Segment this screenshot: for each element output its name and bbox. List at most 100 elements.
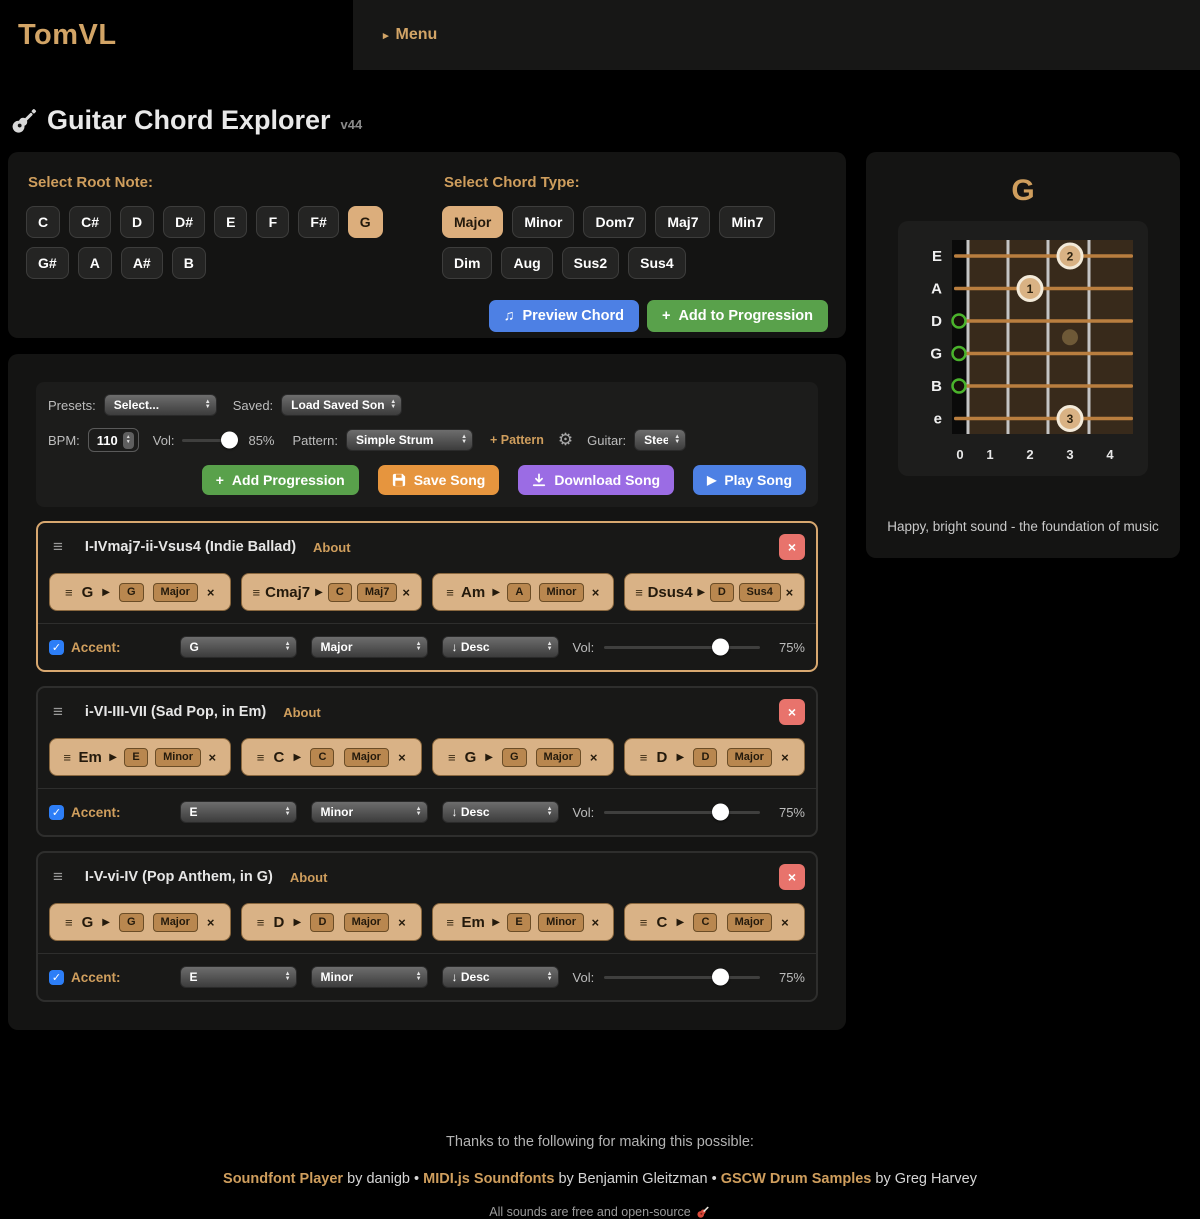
- about-link[interactable]: About: [283, 705, 321, 720]
- accent-root-select[interactable]: G: [180, 636, 297, 658]
- chord-type-button-aug[interactable]: Aug: [501, 247, 552, 279]
- accent-type-select[interactable]: Minor: [311, 801, 428, 823]
- bpm-stepper-icon[interactable]: [123, 432, 134, 449]
- drag-handle-icon[interactable]: ≡: [65, 915, 73, 930]
- root-note-button-as[interactable]: A#: [121, 247, 163, 279]
- chord-type-button-sus4[interactable]: Sus4: [628, 247, 685, 279]
- chord-chip[interactable]: ≡ G ▶ G Major ×: [49, 573, 231, 611]
- slider-thumb[interactable]: [221, 432, 238, 449]
- play-chord-icon[interactable]: ▶: [315, 587, 323, 598]
- progression-volume-slider[interactable]: [604, 811, 760, 814]
- accent-checkbox[interactable]: ✓: [49, 640, 64, 655]
- play-chord-icon[interactable]: ▶: [109, 752, 117, 763]
- master-volume-slider[interactable]: [182, 439, 238, 442]
- preview-chord-button[interactable]: ♫ Preview Chord: [489, 300, 639, 332]
- remove-chord-button[interactable]: ×: [592, 585, 600, 600]
- chord-chip[interactable]: ≡ G ▶ G Major ×: [432, 738, 614, 776]
- remove-chord-button[interactable]: ×: [207, 915, 215, 930]
- remove-chord-button[interactable]: ×: [207, 585, 215, 600]
- about-link[interactable]: About: [313, 540, 351, 555]
- remove-chord-button[interactable]: ×: [590, 750, 598, 765]
- remove-chord-button[interactable]: ×: [781, 750, 789, 765]
- chord-type-button-sus2[interactable]: Sus2: [562, 247, 619, 279]
- accent-checkbox[interactable]: ✓: [49, 805, 64, 820]
- chord-chip[interactable]: ≡ D ▶ D Major ×: [241, 903, 423, 941]
- download-song-button[interactable]: Download Song: [518, 465, 674, 495]
- accent-type-select[interactable]: Major: [311, 636, 428, 658]
- play-chord-icon[interactable]: ▶: [677, 917, 685, 928]
- credit-link[interactable]: Soundfont Player: [223, 1171, 343, 1187]
- drag-handle-icon[interactable]: ≡: [446, 915, 454, 930]
- remove-chord-button[interactable]: ×: [786, 585, 794, 600]
- bpm-input[interactable]: 110: [88, 428, 139, 452]
- drag-handle-icon[interactable]: ≡: [53, 867, 63, 887]
- root-note-button-gs[interactable]: G#: [26, 247, 69, 279]
- remove-chord-button[interactable]: ×: [398, 750, 406, 765]
- drag-handle-icon[interactable]: ≡: [53, 537, 63, 557]
- gear-icon[interactable]: ⚙: [558, 430, 573, 450]
- accent-type-select[interactable]: Minor: [311, 966, 428, 988]
- chord-chip[interactable]: ≡ Am ▶ A Minor ×: [432, 573, 614, 611]
- root-note-button-e[interactable]: E: [214, 206, 247, 238]
- drag-handle-icon[interactable]: ≡: [257, 915, 265, 930]
- credit-link[interactable]: GSCW Drum Samples: [721, 1171, 872, 1187]
- root-note-button-cs[interactable]: C#: [69, 206, 111, 238]
- drag-handle-icon[interactable]: ≡: [253, 585, 261, 600]
- remove-chord-button[interactable]: ×: [208, 750, 216, 765]
- chord-chip[interactable]: ≡ Dsus4 ▶ D Sus4 ×: [624, 573, 806, 611]
- play-chord-icon[interactable]: ▶: [697, 587, 705, 598]
- root-note-button-a[interactable]: A: [78, 247, 112, 279]
- root-note-button-b[interactable]: B: [172, 247, 206, 279]
- play-chord-icon[interactable]: ▶: [102, 587, 110, 598]
- play-chord-icon[interactable]: ▶: [492, 587, 500, 598]
- chord-chip[interactable]: ≡ C ▶ C Major ×: [624, 903, 806, 941]
- root-note-button-ds[interactable]: D#: [163, 206, 205, 238]
- play-chord-icon[interactable]: ▶: [677, 752, 685, 763]
- play-song-button[interactable]: ▶ Play Song: [693, 465, 806, 495]
- root-note-button-d[interactable]: D: [120, 206, 154, 238]
- root-note-button-c[interactable]: C: [26, 206, 60, 238]
- chord-type-button-major[interactable]: Major: [442, 206, 503, 238]
- save-song-button[interactable]: Save Song: [378, 465, 500, 495]
- play-chord-icon[interactable]: ▶: [294, 752, 302, 763]
- chord-type-button-minor[interactable]: Minor: [512, 206, 574, 238]
- accent-direction-select[interactable]: ↓ Desc: [442, 801, 559, 823]
- drag-handle-icon[interactable]: ≡: [640, 750, 648, 765]
- remove-chord-button[interactable]: ×: [402, 585, 410, 600]
- root-note-button-f[interactable]: F: [256, 206, 289, 238]
- add-to-progression-button[interactable]: + Add to Progression: [647, 300, 828, 332]
- accent-root-select[interactable]: E: [180, 801, 297, 823]
- chord-chip[interactable]: ≡ G ▶ G Major ×: [49, 903, 231, 941]
- remove-progression-button[interactable]: ×: [779, 864, 805, 890]
- remove-chord-button[interactable]: ×: [398, 915, 406, 930]
- play-chord-icon[interactable]: ▶: [485, 752, 493, 763]
- accent-checkbox[interactable]: ✓: [49, 970, 64, 985]
- drag-handle-icon[interactable]: ≡: [446, 585, 454, 600]
- remove-chord-button[interactable]: ×: [781, 915, 789, 930]
- drag-handle-icon[interactable]: ≡: [63, 750, 71, 765]
- chord-chip[interactable]: ≡ Em ▶ E Minor ×: [49, 738, 231, 776]
- progression-volume-slider[interactable]: [604, 646, 760, 649]
- play-chord-icon[interactable]: ▶: [102, 917, 110, 928]
- chord-chip[interactable]: ≡ Em ▶ E Minor ×: [432, 903, 614, 941]
- guitar-select[interactable]: Steel: [634, 429, 686, 451]
- drag-handle-icon[interactable]: ≡: [448, 750, 456, 765]
- progression-volume-slider[interactable]: [604, 976, 760, 979]
- accent-direction-select[interactable]: ↓ Desc: [442, 636, 559, 658]
- chord-type-button-maj7[interactable]: Maj7: [655, 206, 710, 238]
- accent-direction-select[interactable]: ↓ Desc: [442, 966, 559, 988]
- accent-root-select[interactable]: E: [180, 966, 297, 988]
- menu-button[interactable]: ▸ Menu: [383, 26, 437, 44]
- presets-select[interactable]: Select...: [104, 394, 217, 416]
- slider-thumb[interactable]: [712, 639, 729, 656]
- drag-handle-icon[interactable]: ≡: [257, 750, 265, 765]
- chord-chip[interactable]: ≡ Cmaj7 ▶ C Maj7 ×: [241, 573, 423, 611]
- remove-progression-button[interactable]: ×: [779, 534, 805, 560]
- about-link[interactable]: About: [290, 870, 328, 885]
- remove-chord-button[interactable]: ×: [591, 915, 599, 930]
- chord-type-button-dom7[interactable]: Dom7: [583, 206, 646, 238]
- chord-chip[interactable]: ≡ D ▶ D Major ×: [624, 738, 806, 776]
- slider-thumb[interactable]: [712, 804, 729, 821]
- drag-handle-icon[interactable]: ≡: [640, 915, 648, 930]
- root-note-button-g[interactable]: G: [348, 206, 383, 238]
